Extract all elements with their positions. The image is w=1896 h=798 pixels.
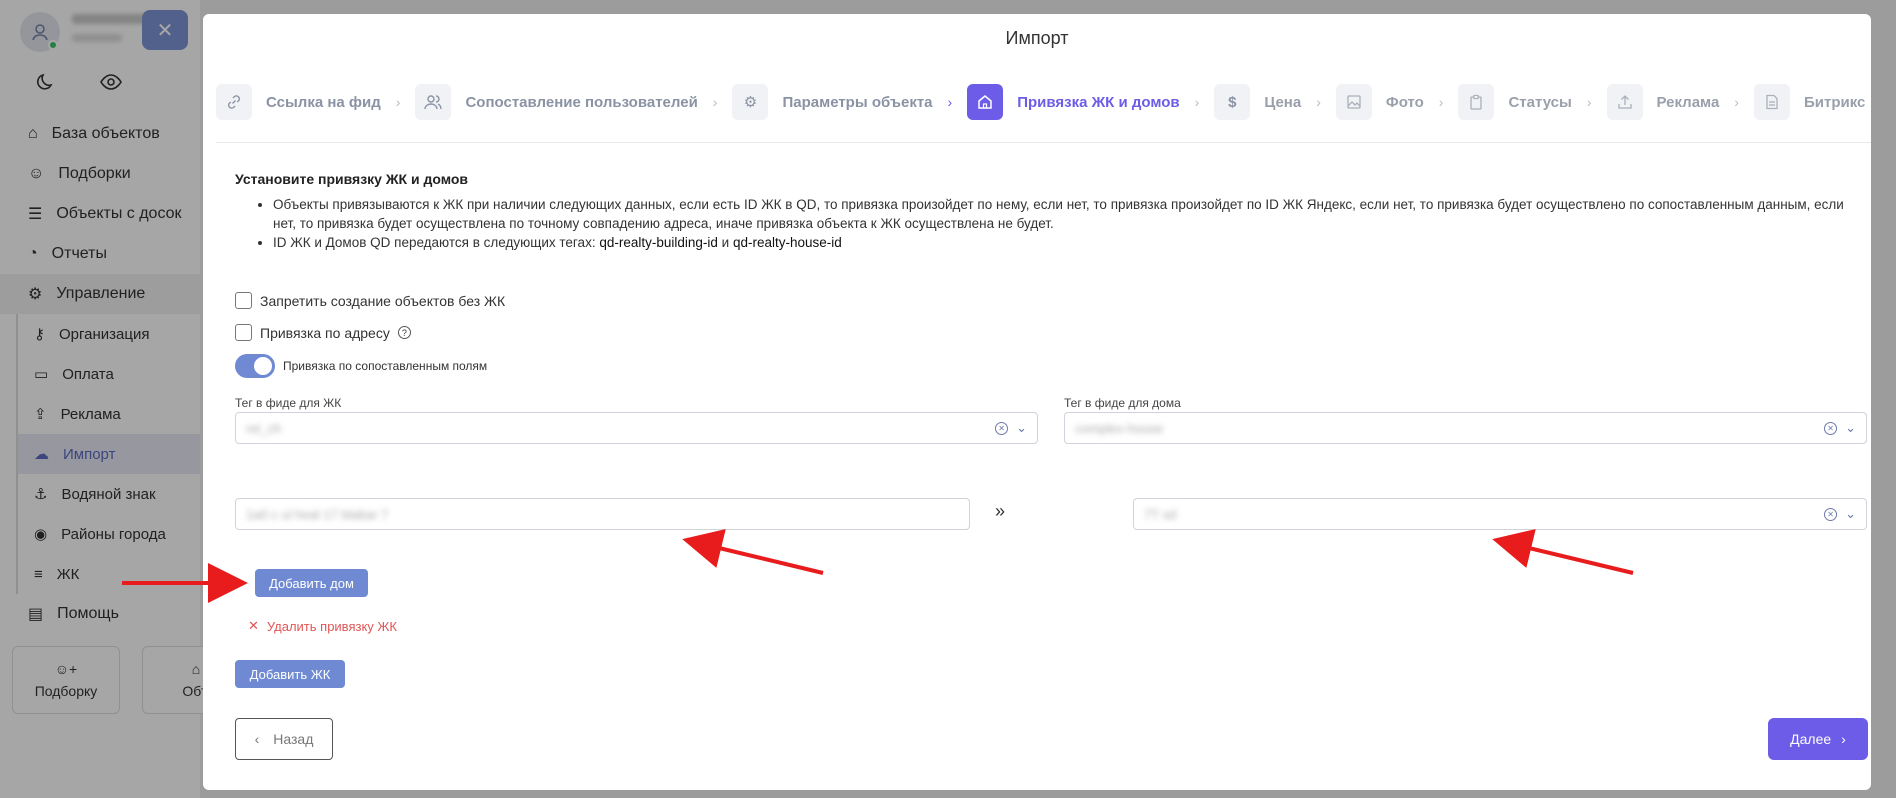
annotation-arrows <box>122 529 1634 603</box>
arrow-to-house-select <box>1492 529 1634 575</box>
arrow-to-zhk-input <box>682 529 824 575</box>
